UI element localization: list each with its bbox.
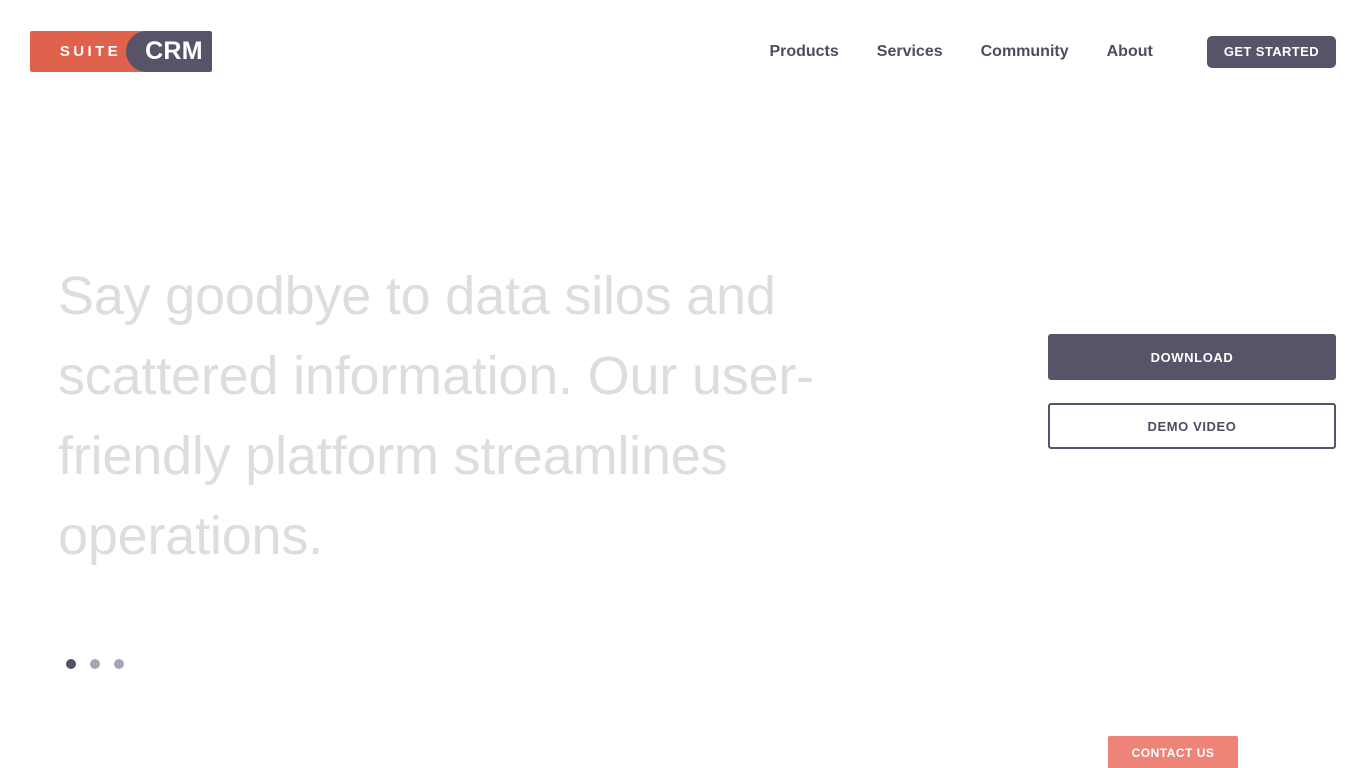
hero-action-buttons: DOWNLOAD DEMO VIDEO bbox=[1048, 334, 1336, 449]
nav-item-products[interactable]: Products bbox=[769, 36, 838, 68]
carousel-dot-3[interactable] bbox=[114, 659, 124, 669]
carousel-pagination bbox=[66, 659, 124, 669]
nav-item-community[interactable]: Community bbox=[981, 36, 1069, 68]
logo-crm-block: CRM bbox=[126, 31, 212, 72]
carousel-dot-2[interactable] bbox=[90, 659, 100, 669]
main-navigation: Products Services Community About GET ST… bbox=[769, 0, 1336, 104]
logo-suite-text: SUITE bbox=[59, 43, 122, 60]
nav-item-about[interactable]: About bbox=[1107, 36, 1153, 68]
nav-item-services[interactable]: Services bbox=[877, 36, 943, 68]
logo-crm-text: CRM bbox=[145, 37, 203, 65]
suitecrm-logo[interactable]: SUITE CRM bbox=[30, 31, 212, 72]
site-header: SUITE CRM Products Services Community Ab… bbox=[0, 0, 1366, 104]
contact-us-button[interactable]: CONTACT US bbox=[1108, 736, 1238, 768]
demo-video-button[interactable]: DEMO VIDEO bbox=[1048, 403, 1336, 449]
hero-heading: Say goodbye to data silos and scattered … bbox=[58, 266, 814, 566]
get-started-button[interactable]: GET STARTED bbox=[1206, 36, 1336, 68]
download-button[interactable]: DOWNLOAD bbox=[1048, 334, 1336, 380]
hero-section: Say goodbye to data silos and scattered … bbox=[0, 104, 1366, 768]
carousel-dot-1[interactable] bbox=[66, 659, 76, 669]
